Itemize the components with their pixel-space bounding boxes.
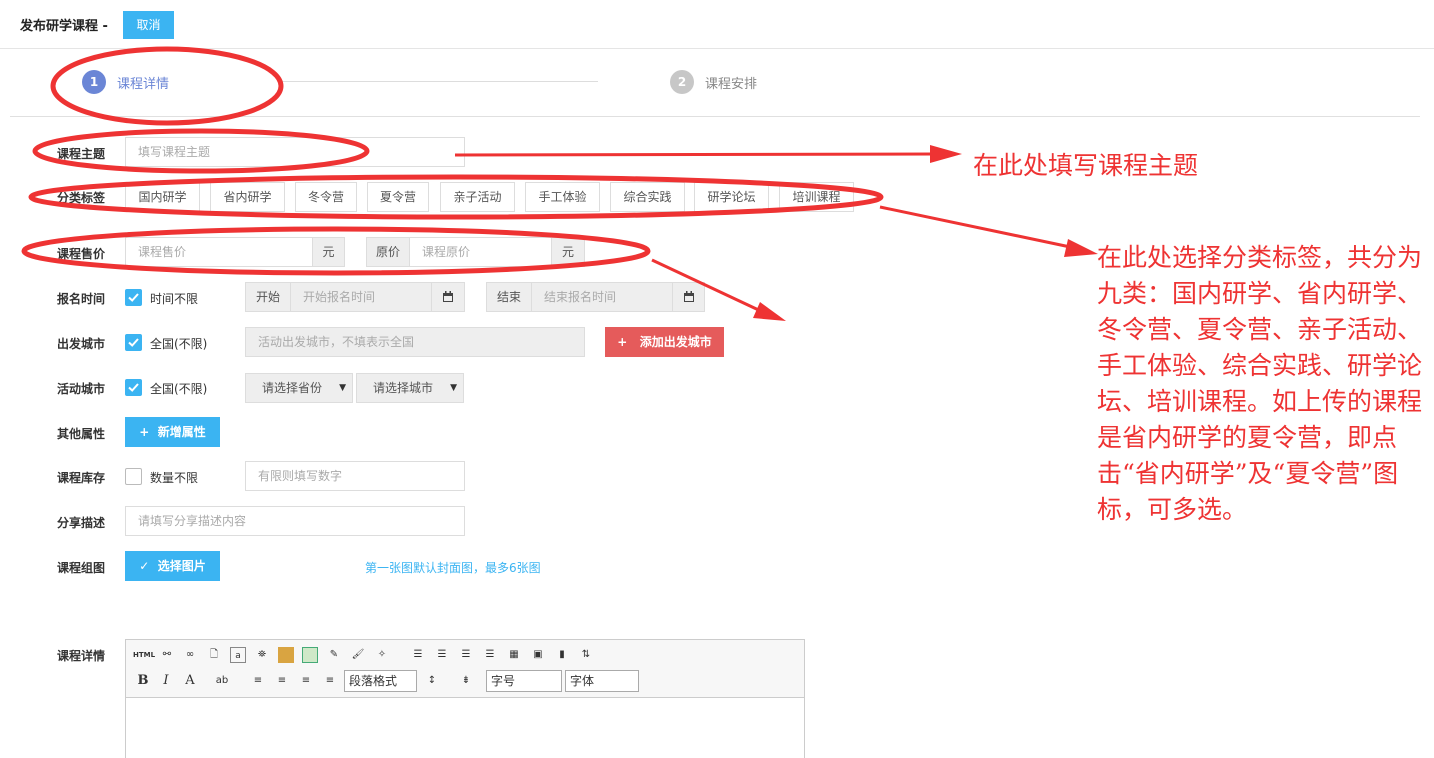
arrow-tags-line [879, 205, 1076, 250]
arrow-price-line [651, 258, 766, 315]
tags-highlight-ellipse [28, 174, 884, 220]
topic-highlight-ellipse [32, 128, 370, 174]
arrow-topic-head [930, 145, 962, 163]
topic-annotation: 在此处填写课程主题 [973, 151, 1199, 180]
arrow-topic-line [454, 152, 936, 157]
tags-annotation: 在此处选择分类标签，共分为九类：国内研学、省内研学、冬令营、夏令营、亲子活动、手… [1097, 243, 1423, 524]
step-highlight-ellipse [50, 46, 284, 126]
price-highlight-ellipse [21, 226, 651, 276]
arrow-price-head [753, 302, 786, 321]
arrow-tags-head [1064, 239, 1098, 257]
